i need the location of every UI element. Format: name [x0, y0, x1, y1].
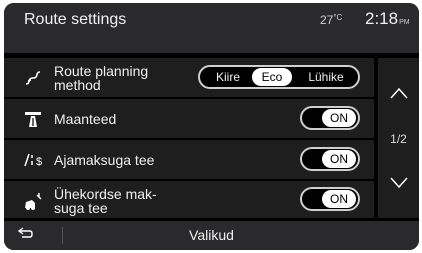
row-label: Ühekordse mak- suga tee [54, 185, 157, 216]
row-ajamaksuga-tee[interactable]: $ Ajamaksuga tee ON [4, 140, 374, 179]
toggle-state: ON [322, 190, 356, 208]
toggle-state: ON [322, 109, 356, 127]
option-eco[interactable]: Eco [252, 68, 292, 86]
row-label: Route planning method [54, 62, 149, 93]
option-luhike[interactable]: Lühike [300, 68, 352, 86]
toll-road-icon: $ [22, 149, 44, 171]
temperature-value: 27 [320, 13, 334, 27]
chevron-down-icon[interactable] [378, 163, 419, 203]
temperature-unit: °C [333, 13, 343, 22]
divider [62, 227, 63, 244]
route-icon [22, 67, 44, 89]
page-indicator: 1/2 [390, 132, 407, 146]
uhekordse-maksuga-tee-toggle[interactable]: ON [300, 187, 360, 211]
footer-title: Valikud [189, 227, 234, 243]
ajamaksuga-tee-toggle[interactable]: ON [300, 147, 360, 171]
highway-icon [22, 108, 44, 130]
footer-bar: Valikud [4, 221, 419, 250]
header-bar: Route settings 27°C 2:18PM [4, 3, 419, 53]
chevron-up-icon[interactable] [378, 73, 419, 113]
settings-list: Route planning method Kiire Eco Lühike M… [4, 58, 374, 218]
row-uhekordse-maksuga-tee[interactable]: Ühekordse mak- suga tee ON [4, 181, 374, 218]
pager-panel: 1/2 [378, 58, 419, 218]
clock: 2:18PM [365, 9, 410, 29]
clock-ampm: PM [399, 19, 410, 26]
svg-text:$: $ [36, 156, 42, 168]
toll-booth-icon [22, 190, 44, 212]
back-arrow-icon [16, 226, 34, 247]
clock-time: 2:18 [365, 9, 399, 28]
row-label: Maanteed [54, 110, 117, 127]
screen: Route settings 27°C 2:18PM Route plannin… [4, 3, 419, 250]
option-kiire[interactable]: Kiire [208, 68, 248, 86]
maanteed-toggle[interactable]: ON [300, 106, 360, 130]
row-label: Ajamaksuga tee [54, 151, 155, 168]
back-button[interactable] [16, 225, 56, 247]
temperature-display: 27°C [320, 13, 342, 27]
page-title: Route settings [24, 11, 127, 28]
row-maanteed[interactable]: Maanteed ON [4, 99, 374, 138]
route-method-selector[interactable]: Kiire Eco Lühike [198, 65, 360, 89]
toggle-state: ON [322, 150, 356, 168]
row-route-planning-method[interactable]: Route planning method Kiire Eco Lühike [4, 58, 374, 97]
